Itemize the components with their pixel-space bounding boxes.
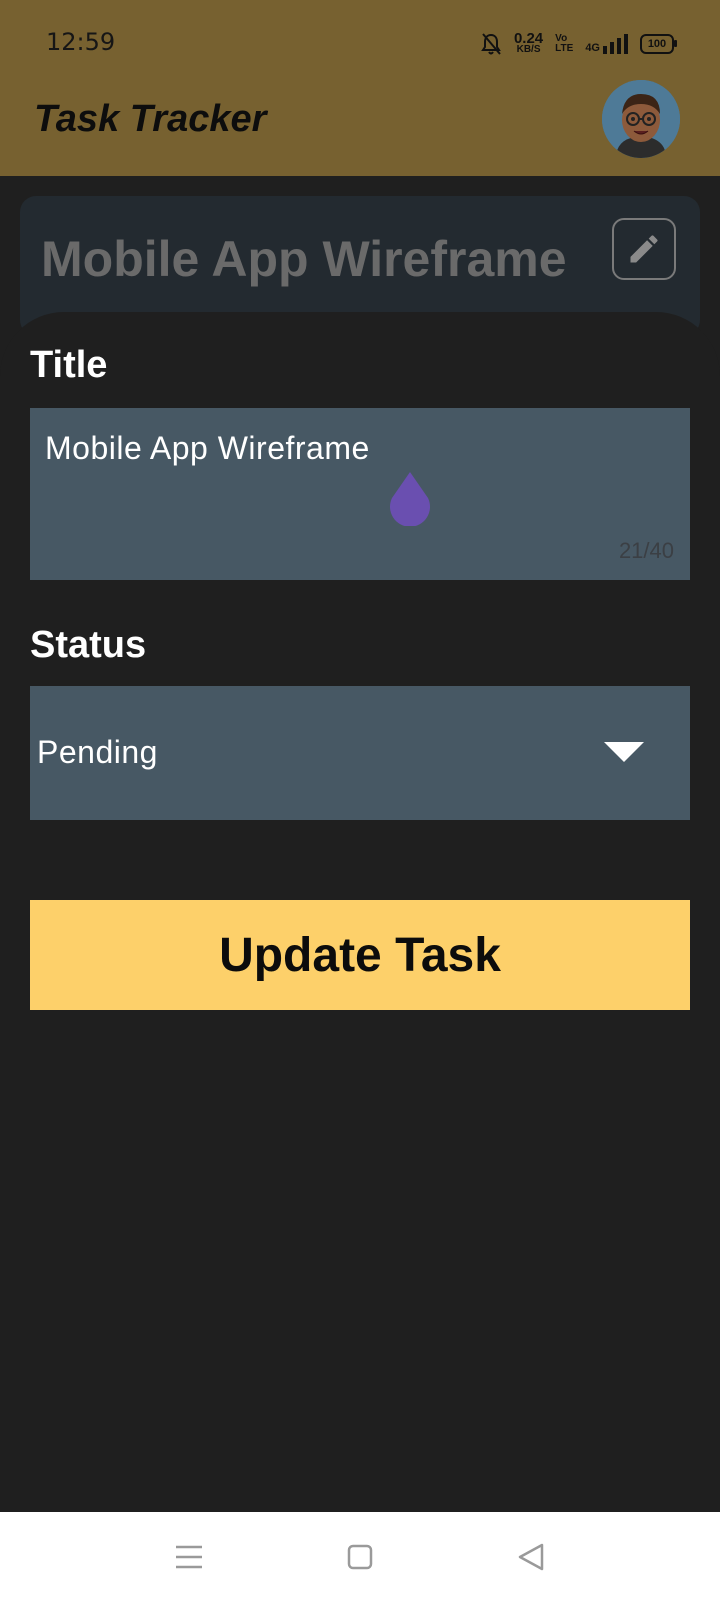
status-selected-value: Pending <box>37 734 158 770</box>
top-app-bar: 12:59 0.24 KB/S Vo LTE 4G 100 Task Track… <box>0 0 720 176</box>
character-counter: 21/40 <box>618 538 674 563</box>
volte-indicator: Vo LTE <box>555 34 573 54</box>
signal-icon: 4G <box>585 34 628 54</box>
avatar[interactable] <box>602 80 680 158</box>
battery-icon: 100 <box>640 34 677 54</box>
network-type: 4G <box>585 42 600 54</box>
status-dropdown[interactable]: Pending <box>30 686 690 820</box>
mute-bell-icon <box>481 33 501 55</box>
network-speed-value: 0.24 <box>513 30 544 47</box>
network-speed-unit: KB/S <box>516 44 541 55</box>
navigation-bar <box>0 1512 720 1600</box>
network-speed: 0.24 KB/S <box>513 30 544 55</box>
update-task-button[interactable]: Update Task <box>30 900 690 1010</box>
back-triangle-icon[interactable] <box>516 1542 546 1572</box>
title-field[interactable]: 21/40 <box>30 408 690 580</box>
signal-bars-icon <box>603 34 628 54</box>
app-title: Task Tracker <box>34 98 267 140</box>
text-cursor-handle-icon[interactable] <box>388 470 432 526</box>
status-label: Status <box>30 624 147 666</box>
status-icons: 0.24 KB/S Vo LTE 4G 100 <box>480 30 677 58</box>
title-label: Title <box>30 344 108 386</box>
menu-icon[interactable] <box>174 1542 204 1572</box>
status-time: 12:59 <box>46 28 116 56</box>
edit-button[interactable] <box>612 218 676 280</box>
pencil-icon <box>630 235 658 263</box>
task-card-title: Mobile App Wireframe <box>41 231 567 287</box>
title-input[interactable] <box>45 430 675 467</box>
volte-bottom: LTE <box>555 43 574 54</box>
battery-level: 100 <box>647 38 667 50</box>
memoji-avatar-icon <box>602 80 680 158</box>
triangle-down-icon[interactable] <box>604 742 644 762</box>
home-square-icon[interactable] <box>345 1542 375 1572</box>
